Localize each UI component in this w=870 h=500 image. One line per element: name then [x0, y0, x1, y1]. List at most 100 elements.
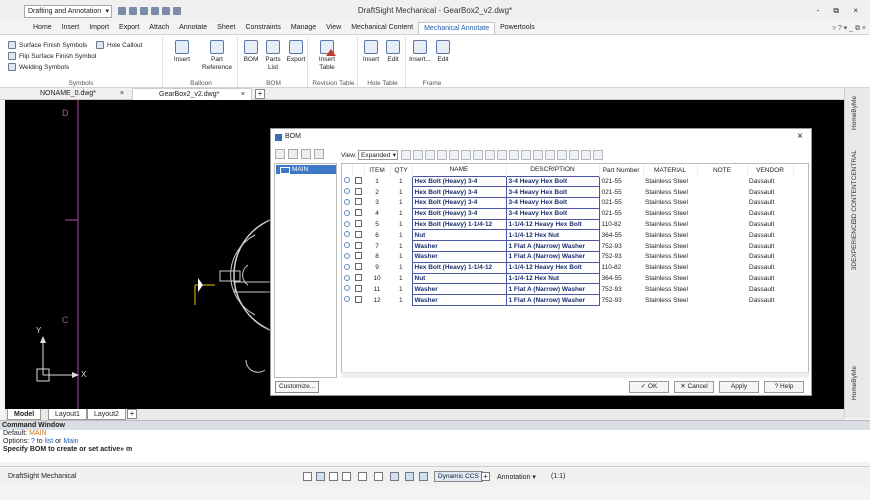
menu-mechanical-content[interactable]: Mechanical Content [346, 22, 418, 34]
description-cell[interactable]: 1 Flat A (Narrow) Washer [505, 283, 600, 296]
cmd-option-main[interactable]: Main [63, 438, 78, 445]
item-cell[interactable]: 1 [364, 176, 390, 187]
part-number-cell[interactable]: 364-55 [599, 230, 643, 241]
vendor-cell[interactable]: Dassault [747, 295, 793, 306]
row-check-cell[interactable] [352, 295, 364, 306]
help-button[interactable]: ? Help [764, 381, 804, 393]
row-checkbox[interactable] [354, 263, 362, 271]
menu-insert[interactable]: Insert [57, 22, 85, 34]
menu-view[interactable]: View [321, 22, 346, 34]
part-number-cell[interactable]: 752-93 [599, 241, 643, 252]
note-cell[interactable] [697, 176, 747, 187]
help-controls[interactable]: ▿ ? ▾ _ ⧉ × [832, 24, 866, 33]
table-row[interactable]: 2 1 Hex Bolt (Heavy) 3-4 3-4 Heavy Hex Bolt… [342, 186, 793, 199]
part-number-cell[interactable]: 752-93 [599, 252, 643, 263]
part-number-cell[interactable]: 021-55 [599, 176, 643, 187]
menu-import[interactable]: Import [84, 22, 114, 34]
doc-tab-gearbox[interactable]: GearBox2_v2.dwg* × [132, 88, 252, 100]
part-number-cell[interactable]: 110-82 [599, 219, 643, 230]
description-cell[interactable]: 3-4 Heavy Hex Bolt [505, 207, 600, 220]
vendor-cell[interactable]: Dassault [747, 252, 793, 263]
qty-cell[interactable]: 1 [390, 176, 412, 187]
close-icon[interactable]: × [797, 131, 803, 142]
part-number-cell[interactable]: 021-55 [599, 208, 643, 219]
col-qty[interactable]: QTY [390, 164, 413, 176]
note-cell[interactable] [697, 241, 747, 252]
dynamic-ccs-button[interactable]: Dynamic CCS [434, 471, 483, 482]
description-cell[interactable]: 1-1/4-12 Hex Nut [505, 229, 600, 242]
tool-icon[interactable] [401, 150, 411, 160]
col-vendor[interactable]: VENDOR [747, 164, 794, 176]
tool-icon[interactable] [437, 150, 447, 160]
row-checkbox[interactable] [354, 252, 362, 260]
note-cell[interactable] [697, 208, 747, 219]
tool-icon[interactable] [581, 150, 591, 160]
table-row[interactable]: 10 1 Nut 1-1/4-12 Hex Nut 364-55 Stainless St… [342, 272, 793, 285]
note-cell[interactable] [697, 273, 747, 284]
grid-icon[interactable] [316, 472, 325, 481]
row-checkbox[interactable] [354, 274, 362, 282]
vendor-cell[interactable]: Dassault [747, 219, 793, 230]
note-cell[interactable] [697, 262, 747, 273]
item-cell[interactable]: 4 [364, 208, 390, 219]
note-cell[interactable] [697, 295, 747, 306]
tool-icon[interactable] [569, 150, 579, 160]
name-cell[interactable]: Hex Bolt (Heavy) 3-4 [411, 207, 507, 220]
name-cell[interactable]: Hex Bolt (Heavy) 3-4 [411, 186, 507, 199]
tab-layout1[interactable]: Layout1 [48, 409, 87, 420]
table-row[interactable]: 5 1 Hex Bolt (Heavy) 1-1/4-12 1-1/4-12 Heav… [342, 218, 793, 231]
paste-bom-icon[interactable] [301, 149, 311, 159]
table-row[interactable]: 9 1 Hex Bolt (Heavy) 1-1/4-12 1-1/4-12 Heav… [342, 261, 793, 274]
material-cell[interactable]: Stainless Steel [643, 198, 697, 209]
table-row[interactable]: 1 1 Hex Bolt (Heavy) 3-4 3-4 Heavy Hex Bolt… [342, 175, 793, 188]
close-icon[interactable]: × [120, 88, 124, 100]
item-cell[interactable]: 3 [364, 198, 390, 209]
item-cell[interactable]: 6 [364, 230, 390, 241]
material-cell[interactable]: Stainless Steel [643, 241, 697, 252]
menu-constraints[interactable]: Constraints [240, 22, 285, 34]
quick-input-icon[interactable] [405, 472, 414, 481]
part-number-cell[interactable]: 752-93 [599, 284, 643, 295]
row-checkbox[interactable] [354, 209, 362, 217]
tab-model[interactable]: Model [7, 409, 42, 420]
tree-item-main[interactable]: MAIN [276, 165, 336, 174]
table-row[interactable]: 6 1 Nut 1-1/4-12 Hex Nut 364-55 Stainless Ste… [342, 229, 793, 242]
item-cell[interactable]: 11 [364, 284, 390, 295]
note-cell[interactable] [697, 230, 747, 241]
tool-icon[interactable] [521, 150, 531, 160]
material-cell[interactable]: Stainless Steel [643, 176, 697, 187]
tool-icon[interactable] [533, 150, 543, 160]
note-cell[interactable] [697, 284, 747, 295]
esnap-icon[interactable] [358, 472, 367, 481]
vendor-cell[interactable]: Dassault [747, 241, 793, 252]
vendor-cell[interactable]: Dassault [747, 198, 793, 209]
tool-icon[interactable] [557, 150, 567, 160]
item-cell[interactable]: 9 [364, 262, 390, 273]
note-cell[interactable] [697, 187, 747, 198]
horizontal-scrollbar[interactable] [341, 372, 809, 378]
add-layout-button[interactable]: + [127, 409, 137, 419]
row-check-cell[interactable] [352, 273, 364, 284]
ortho-icon[interactable] [329, 472, 338, 481]
tool-icon[interactable] [473, 150, 483, 160]
col-name[interactable]: NAME [412, 164, 507, 176]
note-cell[interactable] [697, 252, 747, 263]
qty-cell[interactable]: 1 [390, 273, 412, 284]
vendor-cell[interactable]: Dassault [747, 187, 793, 198]
name-cell[interactable]: Washer [411, 251, 507, 263]
row-check-cell[interactable] [352, 241, 364, 252]
tool-icon[interactable] [545, 150, 555, 160]
name-cell[interactable]: Hex Bolt (Heavy) 3-4 [411, 197, 507, 209]
insert-table-button[interactable]: Insert Table [312, 40, 342, 72]
row-check-cell[interactable] [352, 230, 364, 241]
delete-bom-icon[interactable] [314, 149, 324, 159]
tool-icon[interactable] [497, 150, 507, 160]
menu-sheet[interactable]: Sheet [212, 22, 240, 34]
qty-cell[interactable]: 1 [390, 284, 412, 295]
item-cell[interactable]: 7 [364, 241, 390, 252]
material-cell[interactable]: Stainless Steel [643, 230, 697, 241]
name-cell[interactable]: Hex Bolt (Heavy) 3-4 [411, 175, 507, 188]
apply-button[interactable]: Apply [719, 381, 759, 393]
row-checkbox[interactable] [354, 241, 362, 249]
vendor-cell[interactable]: Dassault [747, 273, 793, 284]
